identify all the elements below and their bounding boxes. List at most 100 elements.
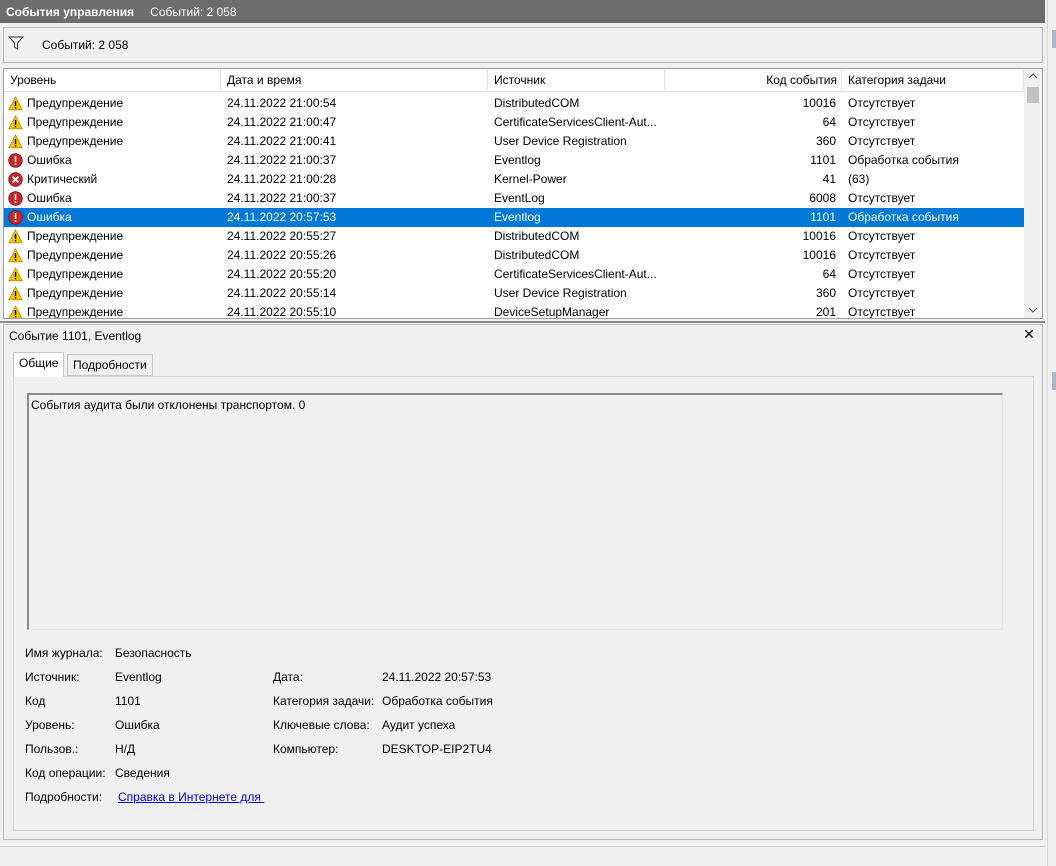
column-header-level[interactable]: Уровень: [4, 69, 221, 92]
cell-source: User Device Registration: [494, 134, 627, 148]
event-message[interactable]: События аудита были отклонены транспорто…: [27, 393, 1003, 630]
warning-icon: [8, 305, 23, 318]
cell-event-code: 1101: [810, 210, 836, 224]
column-header-date[interactable]: Дата и время: [221, 69, 488, 92]
table-row[interactable]: Ошибка 24.11.2022 21:00:37 Eventlog 1101 Обр…: [4, 151, 1024, 170]
cell-event-code: 10016: [802, 248, 836, 262]
scroll-thumb[interactable]: [1027, 87, 1039, 103]
table-row[interactable]: Предупреждение 24.11.2022 20:55:10 DeviceS…: [4, 303, 1024, 319]
cell-level: Ошибка: [8, 151, 218, 170]
scroll-down-icon[interactable]: [1028, 305, 1038, 315]
details-title: Событие 1101, Eventlog: [9, 329, 142, 343]
cell-task-category: Обработка события: [848, 153, 959, 167]
cell-task-category: Отсутствует: [848, 305, 916, 319]
cell-date: 24.11.2022 20:57:53: [227, 210, 337, 224]
scroll-up-icon[interactable]: [1028, 71, 1038, 81]
event-details-panel: Событие 1101, Eventlog ✕ Общие Подробнос…: [3, 324, 1043, 840]
grid-scrollbar[interactable]: [1024, 69, 1042, 318]
cell-source: DistributedCOM: [494, 96, 580, 110]
cell-date: 24.11.2022 20:55:10: [227, 305, 337, 319]
table-row[interactable]: Предупреждение 24.11.2022 20:55:14 User De…: [4, 284, 1024, 303]
level-text: Ошибка: [27, 191, 72, 205]
cell-source: DistributedCOM: [494, 248, 580, 262]
table-row[interactable]: Критический 24.11.2022 21:00:28 Kernel-Pow…: [4, 170, 1024, 189]
source-label: Источник:: [25, 670, 80, 684]
warning-icon: [8, 248, 23, 263]
cell-event-code: 1101: [810, 153, 836, 167]
table-row[interactable]: Предупреждение 24.11.2022 21:00:54 Distrib…: [4, 94, 1024, 113]
cell-task-category: Отсутствует: [848, 96, 916, 110]
cell-level: Предупреждение: [8, 246, 218, 265]
cell-source: Kernel-Power: [494, 172, 567, 186]
cell-level: Предупреждение: [8, 284, 218, 303]
cell-date: 24.11.2022 21:00:37: [227, 191, 337, 205]
table-row[interactable]: Предупреждение 24.11.2022 21:00:47 Certifi…: [4, 113, 1024, 132]
cell-event-code: 64: [822, 115, 836, 129]
task-category-value: Обработка события: [382, 694, 493, 708]
pane-divider: [1047, 0, 1048, 866]
computer-label: Компьютер:: [273, 742, 339, 756]
splitter[interactable]: [0, 321, 1045, 323]
table-row[interactable]: Предупреждение 24.11.2022 20:55:27 Distrib…: [4, 227, 1024, 246]
level-text: Ошибка: [27, 210, 72, 224]
column-header-event-code[interactable]: Код события: [665, 69, 842, 92]
table-row[interactable]: Предупреждение 24.11.2022 20:55:20 Certifi…: [4, 265, 1024, 284]
event-count: Событий: 2 058: [150, 4, 237, 19]
level-text: Предупреждение: [27, 248, 124, 262]
filter-icon[interactable]: [7, 35, 25, 51]
warning-icon: [8, 96, 23, 111]
opcode-value: Сведения: [115, 766, 170, 780]
cell-task-category: Отсутствует: [848, 191, 916, 205]
cell-event-code: 64: [822, 267, 836, 281]
status-bar: [0, 846, 1045, 866]
cell-task-category: Отсутствует: [848, 248, 916, 262]
cell-source: User Device Registration: [494, 286, 627, 300]
cell-level: Предупреждение: [8, 227, 218, 246]
cell-date: 24.11.2022 21:00:28: [227, 172, 337, 186]
cell-event-code: 201: [815, 305, 836, 319]
error-icon: [8, 191, 23, 206]
level-text: Предупреждение: [27, 229, 124, 243]
cell-level: Предупреждение: [8, 94, 218, 113]
cell-level: Предупреждение: [8, 132, 218, 151]
table-row[interactable]: Предупреждение 24.11.2022 20:55:26 Distrib…: [4, 246, 1024, 265]
table-row[interactable]: Предупреждение 24.11.2022 21:00:41 User De…: [4, 132, 1024, 151]
table-row[interactable]: Ошибка 24.11.2022 20:57:53 Eventlog 1101 Обр…: [4, 208, 1024, 227]
date-value: 24.11.2022 20:57:53: [382, 670, 492, 684]
event-code-value: 1101: [115, 694, 141, 708]
cell-source: DistributedCOM: [494, 229, 580, 243]
level-text: Предупреждение: [27, 96, 124, 110]
events-grid[interactable]: Уровень Дата и время Источник Код событи…: [3, 68, 1043, 319]
tab-general[interactable]: Общие: [13, 352, 65, 377]
online-help-link[interactable]: Справка в Интернете для: [118, 789, 264, 805]
column-header-source[interactable]: Источник: [488, 69, 665, 92]
tab-details[interactable]: Подробности: [67, 354, 153, 376]
title-bar: События управления Событий: 2 058: [0, 0, 1045, 23]
filter-bar: Событий: 2 058: [3, 27, 1043, 63]
cell-task-category: (63): [848, 172, 870, 186]
table-row[interactable]: Ошибка 24.11.2022 21:00:37 EventLog 6008 Отс…: [4, 189, 1024, 208]
user-value: Н/Д: [115, 742, 136, 756]
cell-date: 24.11.2022 20:55:14: [227, 286, 337, 300]
cell-date: 24.11.2022 20:55:27: [227, 229, 337, 243]
level-text: Предупреждение: [27, 286, 124, 300]
error-icon: [8, 153, 23, 168]
more-info-label: Подробности:: [25, 790, 103, 804]
level-text: Предупреждение: [27, 115, 124, 129]
cell-date: 24.11.2022 20:55:26: [227, 248, 337, 262]
level-text: Ошибка: [27, 153, 72, 167]
event-code-label: Код: [25, 694, 46, 708]
cell-level: Предупреждение: [8, 113, 218, 132]
level-value: Ошибка: [115, 718, 160, 732]
cell-level: Предупреждение: [8, 303, 218, 318]
close-icon[interactable]: ✕: [1022, 327, 1036, 341]
level-text: Предупреждение: [27, 134, 124, 148]
level-label: Уровень:: [25, 718, 75, 732]
keywords-label: Ключевые слова:: [273, 718, 370, 732]
cell-task-category: Отсутствует: [848, 115, 916, 129]
cell-event-code: 10016: [802, 96, 836, 110]
column-header-task-category[interactable]: Категория задачи: [842, 69, 1024, 92]
cell-task-category: Отсутствует: [848, 267, 916, 281]
warning-icon: [8, 229, 23, 244]
cell-task-category: Отсутствует: [848, 134, 916, 148]
